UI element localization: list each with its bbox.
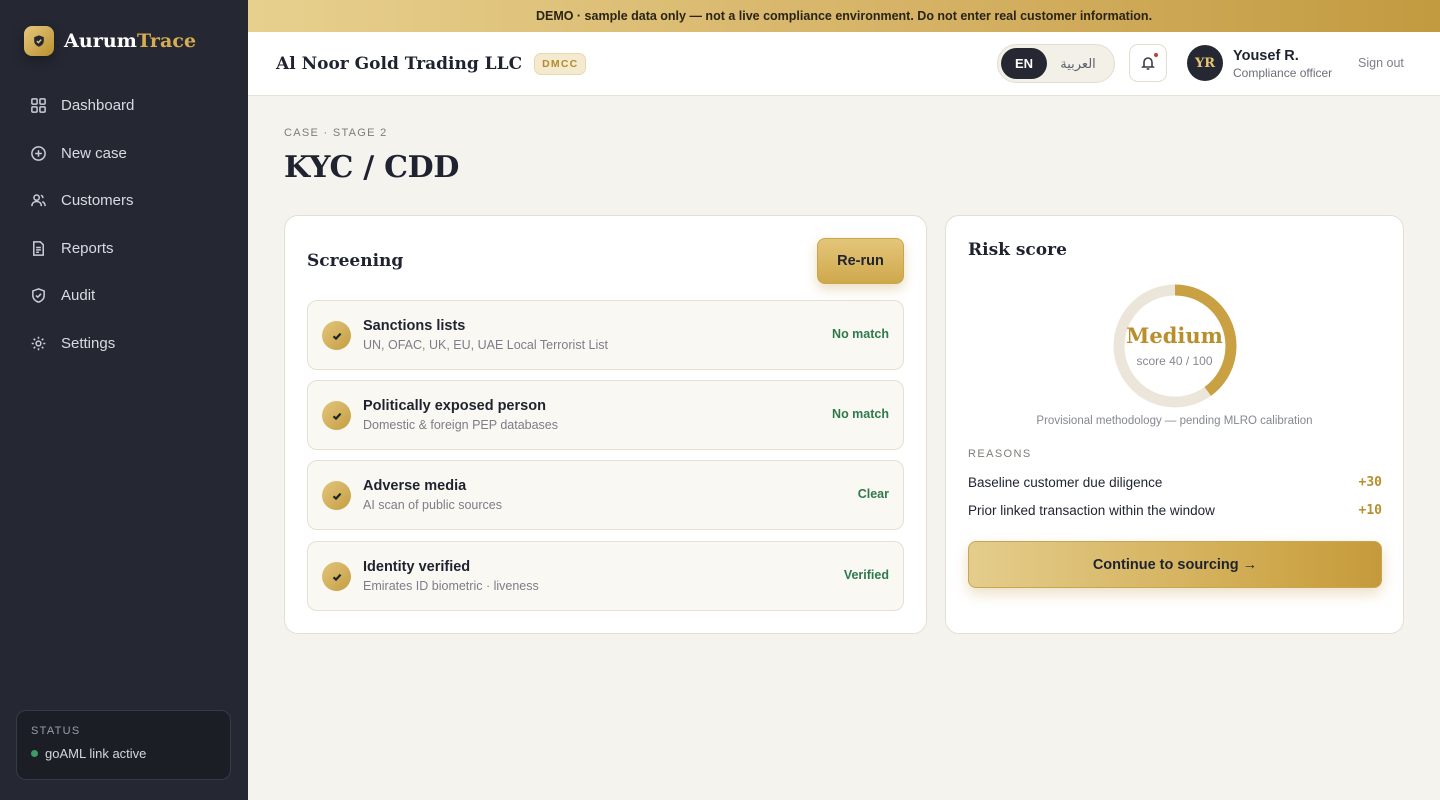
organization-name: Al Noor Gold Trading LLC [276, 54, 523, 74]
screening-row-subtitle: UN, OFAC, UK, EU, UAE Local Terrorist Li… [363, 338, 608, 352]
top-header: Al Noor Gold Trading LLC DMCC EN العربية… [248, 32, 1440, 96]
risk-title: Risk score [968, 240, 1067, 260]
shield-logo-icon [24, 26, 54, 56]
user-role: Compliance officer [1233, 66, 1333, 80]
screening-row-identity: Identity verified Emirates ID biometric … [307, 541, 904, 611]
sidebar-item-customers[interactable]: Customers [16, 177, 232, 225]
sidebar-item-settings[interactable]: Settings [16, 320, 232, 368]
sidebar-item-new-case[interactable]: New case [16, 130, 232, 178]
screening-row-status: Clear [857, 487, 889, 501]
screening-row-title: Politically exposed person [363, 398, 546, 414]
avatar[interactable]: YR [1187, 45, 1223, 81]
screening-row-status: Verified [843, 568, 889, 582]
breadcrumb: CASE · STAGE 2 [284, 127, 388, 139]
sidebar-item-label: New case [61, 144, 127, 162]
reason-points: +30 [1358, 475, 1382, 490]
sidebar: AurumTrace Dashboard New case Customers … [0, 0, 248, 800]
reason-label: Baseline customer due diligence [968, 475, 1163, 490]
continue-to-sourcing-button[interactable]: Continue to sourcing → [968, 541, 1382, 588]
rerun-button[interactable]: Re-run [817, 238, 904, 284]
screening-title: Screening [307, 251, 404, 271]
screening-row-status: No match [832, 327, 889, 341]
notifications-button[interactable] [1129, 44, 1167, 82]
organization-badge: DMCC [534, 53, 587, 75]
app-name: AurumTrace [64, 30, 197, 52]
check-icon [322, 321, 351, 350]
check-icon [322, 401, 351, 430]
sidebar-item-dashboard[interactable]: Dashboard [16, 82, 232, 130]
language-ar-button[interactable]: العربية [1047, 48, 1109, 79]
gear-icon [31, 336, 46, 351]
plus-circle-icon [31, 145, 46, 161]
methodology-note: Provisional methodology — pending MLRO c… [1036, 415, 1313, 427]
sign-out-link[interactable]: Sign out [1358, 56, 1404, 70]
screening-card: Screening Re-run Sanctions lists UN, OFA… [284, 215, 927, 634]
sidebar-item-reports[interactable]: Reports [16, 225, 232, 273]
grid-icon [31, 98, 46, 114]
app-logo[interactable]: AurumTrace [24, 26, 196, 56]
demo-banner: DEMO · sample data only — not a live com… [248, 0, 1440, 32]
reason-item: Prior linked transaction within the wind… [968, 503, 1382, 518]
risk-score-card: Risk score Medium score 40 / 100 Provisi… [945, 215, 1404, 634]
risk-level: Medium [1126, 323, 1223, 348]
status-card: STATUS goAML link active [16, 710, 231, 780]
sidebar-item-label: Settings [61, 334, 116, 352]
screening-row-subtitle: Domestic & foreign PEP databases [363, 418, 559, 432]
screening-row-sanctions: Sanctions lists UN, OFAC, UK, EU, UAE Lo… [307, 300, 904, 370]
risk-score-text: score 40 / 100 [1136, 354, 1213, 368]
reasons-label: REASONS [968, 448, 1032, 460]
screening-row-title: Adverse media [363, 478, 467, 494]
reason-item: Baseline customer due diligence +30 [968, 475, 1382, 490]
users-icon [31, 194, 46, 207]
demo-banner-text: DEMO · sample data only — not a live com… [535, 9, 1153, 23]
check-icon [322, 481, 351, 510]
sidebar-item-label: Dashboard [61, 97, 135, 115]
sidebar-item-audit[interactable]: Audit [16, 272, 232, 320]
reason-points: +10 [1358, 503, 1382, 518]
check-icon [322, 562, 351, 591]
language-en-button[interactable]: EN [1001, 48, 1047, 79]
status-indicator-dot [31, 750, 38, 757]
sidebar-item-label: Customers [61, 192, 134, 210]
user-info: Yousef R. Compliance officer [1233, 48, 1332, 80]
shield-check-icon [32, 288, 45, 304]
screening-row-subtitle: AI scan of public sources [363, 498, 502, 512]
sidebar-nav: Dashboard New case Customers Reports Aud… [16, 82, 232, 367]
screening-row-status: No match [832, 407, 889, 421]
document-icon [33, 240, 44, 256]
screening-row-adverse-media: Adverse media AI scan of public sources … [307, 460, 904, 530]
page-title: KYC / CDD [284, 150, 460, 185]
reason-label: Prior linked transaction within the wind… [968, 503, 1215, 518]
screening-row-pep: Politically exposed person Domestic & fo… [307, 380, 904, 450]
screening-row-title: Sanctions lists [363, 318, 466, 334]
sidebar-item-label: Reports [61, 239, 114, 257]
screening-row-title: Identity verified [363, 559, 471, 575]
language-toggle: EN العربية [997, 44, 1115, 83]
notification-dot [1153, 52, 1159, 58]
status-label: STATUS [31, 725, 81, 737]
user-name: Yousef R. [1233, 48, 1299, 64]
sidebar-item-label: Audit [61, 287, 96, 305]
screening-row-subtitle: Emirates ID biometric · liveness [363, 579, 539, 593]
status-text: goAML link active [45, 746, 147, 761]
